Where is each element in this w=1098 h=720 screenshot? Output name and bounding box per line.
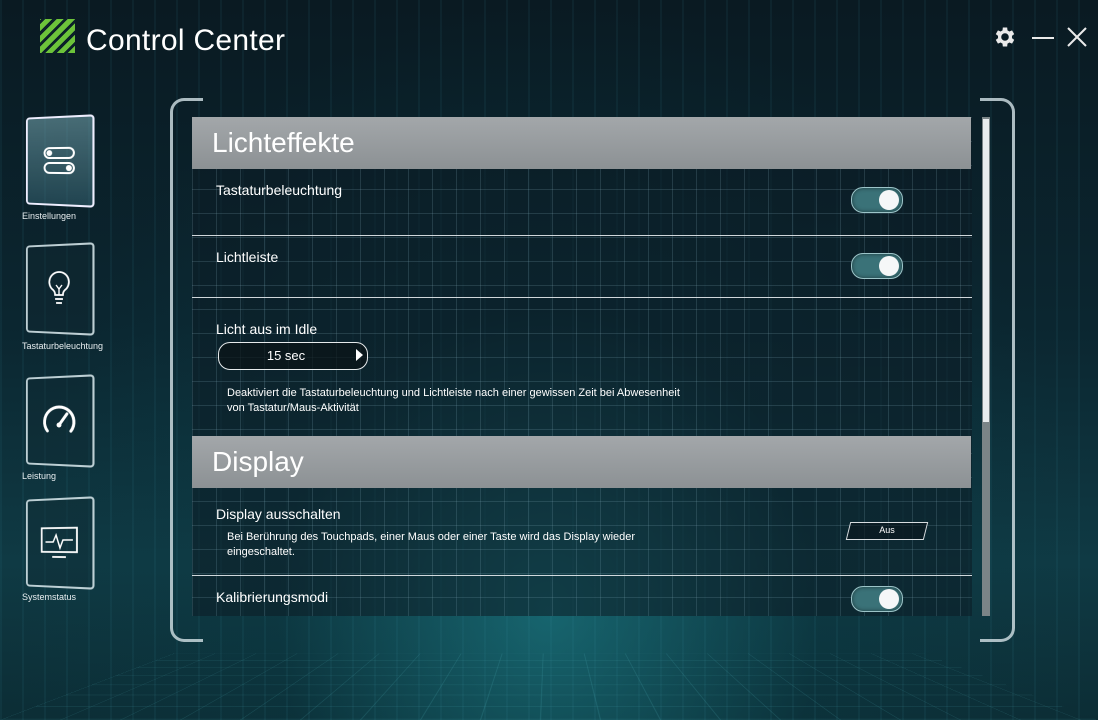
calibration-modes-label: Kalibrierungsmodi (216, 589, 328, 605)
sidebar-item-label: Leistung (22, 471, 56, 481)
display-off-description-line2: eingeschaltet. (227, 545, 635, 560)
minimize-button[interactable] (1028, 22, 1058, 52)
section-title: Lichteffekte (212, 127, 355, 159)
idle-description-line1: Deaktiviert die Tastaturbeleuchtung und … (227, 386, 680, 401)
close-button[interactable] (1062, 22, 1092, 52)
divider (192, 297, 972, 298)
idle-description: Deaktiviert die Tastaturbeleuchtung und … (227, 386, 680, 416)
play-arrow-icon (356, 349, 363, 361)
sidebar-tile (26, 374, 95, 467)
app-title: Control Center (86, 24, 285, 58)
background-floor-grid (0, 653, 1098, 720)
sidebar-item-einstellungen[interactable]: Einstellungen (16, 116, 106, 206)
display-off-button[interactable]: Aus (848, 522, 926, 540)
sidebar-tile (26, 496, 95, 589)
idle-light-off-label: Licht aus im Idle (216, 321, 317, 337)
sidebar-item-label: Tastaturbeleuchtung (22, 341, 103, 351)
minimize-icon (1030, 24, 1056, 50)
sidebar-item-tastaturbeleuchtung[interactable]: Tastaturbeleuchtung (16, 244, 106, 334)
settings-panel: Lichteffekte Tastaturbeleuchtung Lichtle… (192, 117, 972, 616)
section-header-lighting: Lichteffekte (192, 117, 971, 169)
toggles-icon (41, 145, 78, 178)
display-off-description-line1: Bei Berührung des Touchpads, einer Maus … (227, 530, 635, 545)
keyboard-backlight-label: Tastaturbeleuchtung (216, 182, 342, 198)
section-title: Display (212, 446, 304, 478)
calibration-modes-toggle[interactable] (851, 586, 903, 612)
idle-timeout-dropdown[interactable]: 15 sec (218, 342, 368, 370)
sidebar-tile (26, 242, 95, 335)
sidebar-item-leistung[interactable]: Leistung (16, 376, 106, 466)
light-bar-label: Lichtleiste (216, 249, 278, 265)
toggle-knob (879, 256, 899, 276)
monitor-pulse-icon (39, 525, 80, 562)
display-off-button-label: Aus (848, 525, 926, 535)
gear-icon (992, 24, 1018, 50)
idle-description-line2: von Tastatur/Maus-Aktivität (227, 401, 680, 416)
toggle-knob (879, 589, 899, 609)
sidebar-item-label: Systemstatus (22, 592, 76, 602)
scrollbar-thumb[interactable] (983, 119, 989, 422)
display-off-description: Bei Berührung des Touchpads, einer Maus … (227, 530, 635, 560)
speedometer-icon (40, 401, 79, 442)
sidebar-item-systemstatus[interactable]: Systemstatus (16, 498, 106, 588)
settings-button[interactable] (990, 22, 1020, 52)
divider (192, 575, 972, 576)
toggle-knob (879, 190, 899, 210)
divider (192, 235, 972, 236)
app-logo (40, 19, 75, 53)
display-off-label: Display ausschalten (216, 506, 341, 522)
idle-timeout-value: 15 sec (219, 348, 353, 363)
keyboard-backlight-toggle[interactable] (851, 187, 903, 213)
sidebar-tile (26, 114, 95, 207)
light-bar-toggle[interactable] (851, 253, 903, 279)
section-header-display: Display (192, 436, 971, 488)
close-icon (1064, 24, 1090, 50)
sidebar-item-label: Einstellungen (22, 211, 76, 221)
lightbulb-icon (45, 269, 74, 310)
